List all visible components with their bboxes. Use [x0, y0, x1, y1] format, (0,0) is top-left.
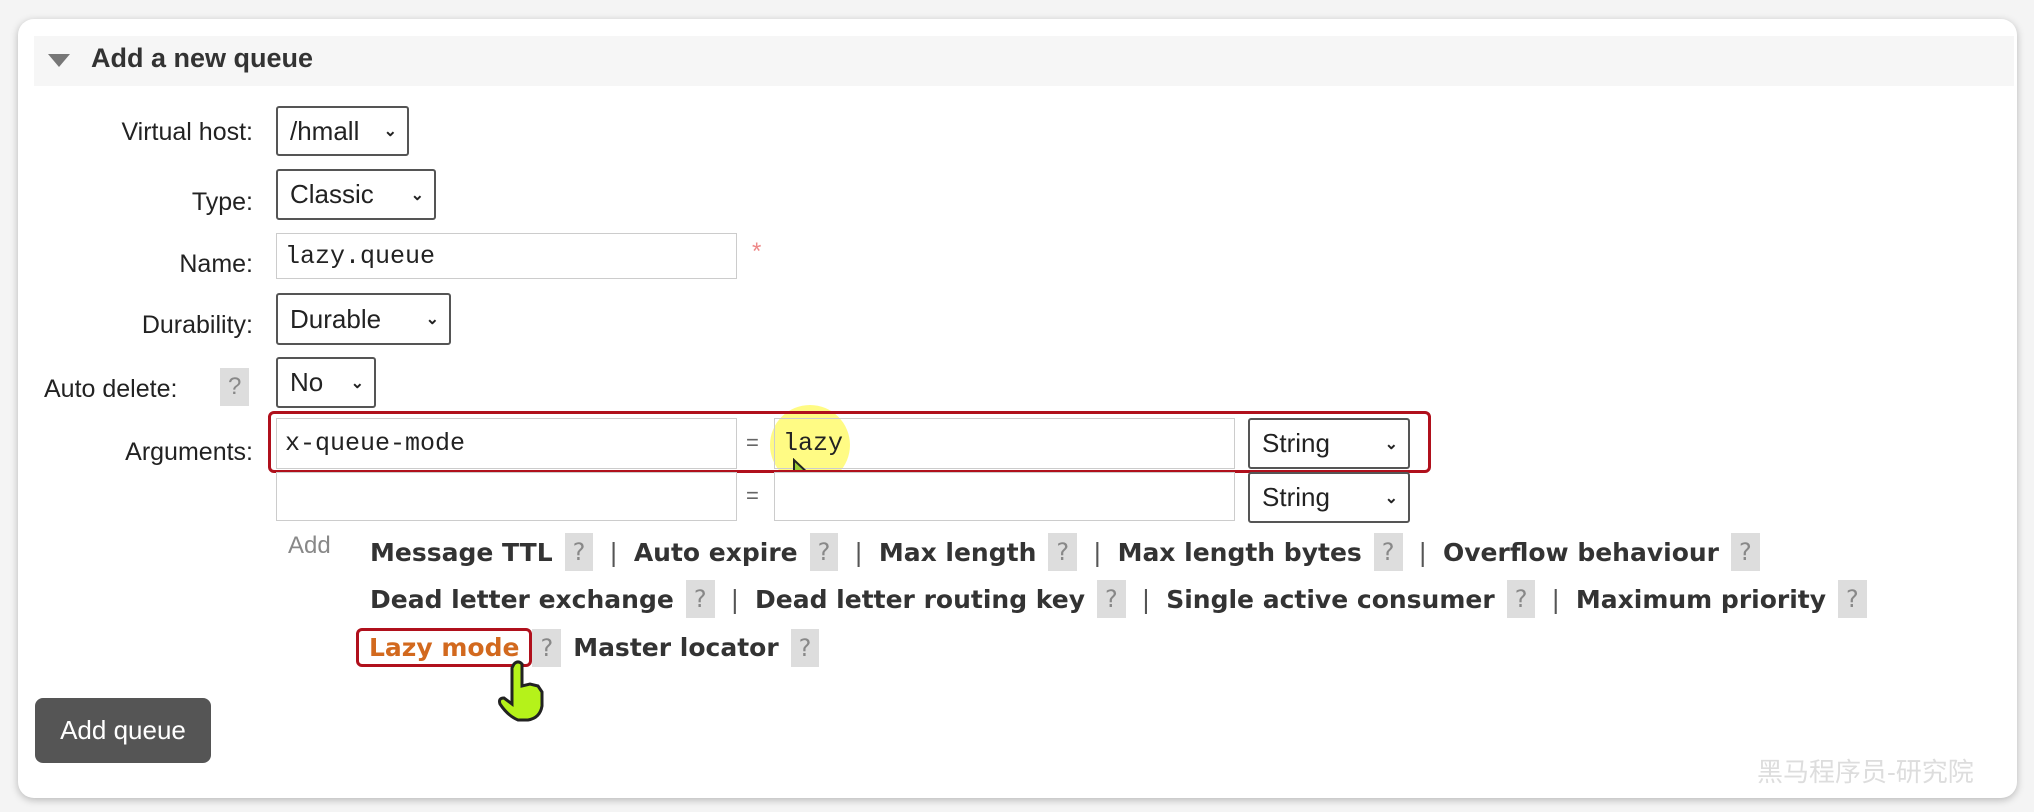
- hand-cursor-icon: [498, 660, 544, 722]
- argument-value-input-2[interactable]: [774, 472, 1235, 521]
- help-icon[interactable]: ?: [1373, 533, 1403, 571]
- help-icon[interactable]: ?: [809, 533, 839, 571]
- shortcut-master-locator[interactable]: Master locator: [573, 633, 778, 662]
- separator: |: [1141, 584, 1151, 614]
- separator: |: [1418, 537, 1427, 567]
- add-queue-button[interactable]: Add queue: [35, 698, 211, 763]
- chevron-down-icon: ⌄: [425, 311, 439, 328]
- separator: |: [609, 537, 618, 567]
- durability-value: Durable: [290, 303, 382, 334]
- durability-select[interactable]: Durable ⌄: [276, 293, 451, 345]
- equals-sign: =: [746, 483, 759, 508]
- shortcut-single-active-consumer[interactable]: Single active consumer: [1166, 585, 1494, 614]
- auto-delete-value: No: [290, 367, 324, 397]
- separator: |: [730, 584, 739, 614]
- shortcut-dead-letter-exchange[interactable]: Dead letter exchange: [370, 585, 674, 614]
- shortcut-message-ttl[interactable]: Message TTL: [370, 538, 553, 567]
- durability-label: Durability:: [141, 311, 253, 339]
- virtual-host-label: Virtual host:: [121, 118, 253, 146]
- shortcut-overflow-behaviour[interactable]: Overflow behaviour: [1443, 538, 1719, 567]
- chevron-down-icon: ⌄: [350, 374, 364, 392]
- shortcut-row-2: Dead letter exchange? | Dead letter routi…: [370, 580, 1867, 618]
- add-label: Add: [288, 532, 331, 559]
- type-value: Classic: [290, 179, 374, 209]
- auto-delete-select[interactable]: No ⌄: [276, 357, 376, 408]
- chevron-down-icon: ⌄: [410, 186, 424, 204]
- arguments-label: Arguments:: [125, 438, 253, 466]
- section-header[interactable]: [34, 36, 2014, 86]
- type-select[interactable]: Classic ⌄: [276, 169, 436, 220]
- help-icon[interactable]: ?: [1838, 580, 1867, 618]
- shortcut-max-length[interactable]: Max length: [879, 538, 1037, 567]
- shortcut-row-3: Lazy mode? Master locator?: [356, 628, 820, 667]
- type-label: Type:: [191, 188, 253, 216]
- help-icon[interactable]: ?: [1731, 533, 1760, 571]
- auto-delete-help[interactable]: ?: [220, 368, 250, 406]
- name-label: Name:: [179, 250, 253, 278]
- separator: |: [854, 537, 863, 567]
- help-icon[interactable]: ?: [790, 628, 820, 667]
- watermark: 黑马程序员-研究院: [1757, 758, 1974, 788]
- virtual-host-select[interactable]: /hmall ⌄: [276, 106, 409, 156]
- auto-delete-label: Auto delete:: [44, 375, 178, 403]
- chevron-down-icon: ⌄: [1384, 489, 1398, 507]
- help-icon[interactable]: ?: [1506, 580, 1536, 618]
- triangle-down-icon[interactable]: [48, 54, 70, 67]
- argument-key-input-2[interactable]: [276, 472, 737, 521]
- help-icon[interactable]: ?: [1048, 533, 1078, 571]
- help-icon[interactable]: ?: [1097, 580, 1126, 618]
- arguments-highlight-box: [268, 411, 1431, 473]
- section-title[interactable]: Add a new queue: [91, 43, 313, 74]
- help-icon[interactable]: ?: [685, 580, 715, 618]
- shortcut-auto-expire[interactable]: Auto expire: [634, 538, 798, 567]
- chevron-down-icon: ⌄: [383, 123, 397, 140]
- shortcut-maximum-priority[interactable]: Maximum priority: [1576, 585, 1826, 614]
- separator: |: [1093, 537, 1102, 567]
- separator: |: [1551, 584, 1560, 614]
- argument-type-value: String: [1262, 482, 1330, 512]
- shortcut-max-length-bytes[interactable]: Max length bytes: [1118, 538, 1362, 567]
- help-icon[interactable]: ?: [564, 533, 594, 571]
- virtual-host-value: /hmall: [290, 115, 360, 146]
- argument-type-select-2[interactable]: String ⌄: [1248, 472, 1410, 523]
- shortcut-dead-letter-routing-key[interactable]: Dead letter routing key: [755, 585, 1085, 614]
- name-input[interactable]: lazy.queue: [276, 233, 737, 279]
- shortcut-row-1: Message TTL? | Auto expire? | Max length? |…: [370, 533, 1760, 571]
- required-mark: *: [752, 238, 762, 265]
